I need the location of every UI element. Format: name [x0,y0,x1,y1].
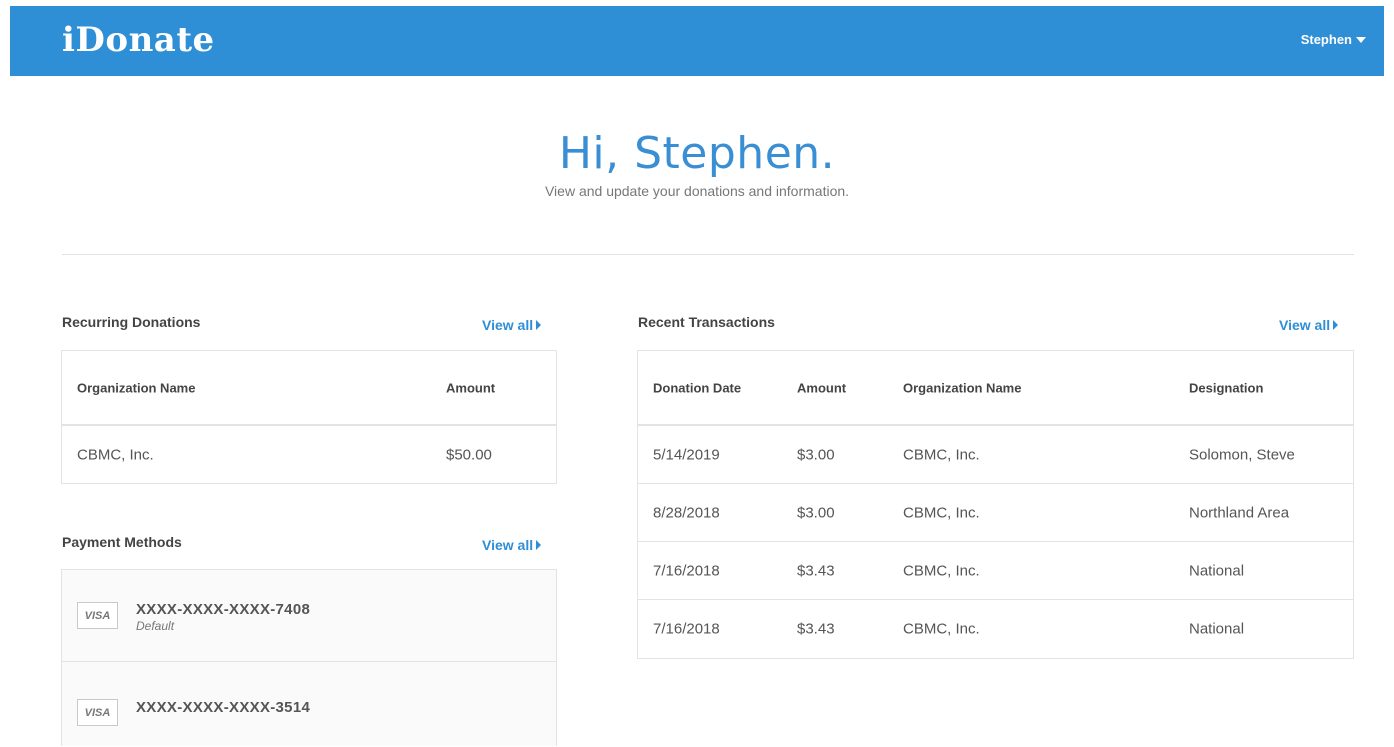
arrow-right-icon [536,540,542,550]
column-header: Organization Name [903,380,1022,395]
designation-cell: National [1189,620,1245,638]
payment-card-item[interactable]: VISA XXXX-XXXX-XXXX-3514 [62,662,556,747]
column-header: Donation Date [653,380,742,395]
arrow-right-icon [536,320,542,330]
designation-cell: Solomon, Steve [1189,446,1295,463]
page-subtitle: View and update your donations and infor… [544,183,850,199]
view-all-label: View all [482,317,534,333]
recent-transactions-title: Recent Transactions [638,314,775,330]
recurring-view-all-link[interactable]: View all [482,317,542,333]
idonate-logo[interactable]: iDonate [62,20,215,60]
table-row[interactable]: 5/14/2019 $3.00 CBMC, Inc. Solomon, Stev… [638,426,1353,484]
table-header-row: Donation Date Amount Organization Name D… [638,351,1353,426]
arrow-right-icon [1333,320,1339,330]
designation-cell: Northland Area [1189,504,1290,521]
organization-name-cell: CBMC, Inc. [77,446,154,464]
card-default-label: Default [136,619,175,633]
amount-cell: $3.00 [797,504,835,521]
card-number: XXXX-XXXX-XXXX-7408 [136,601,311,618]
table-row[interactable]: CBMC, Inc. $50.00 [62,426,556,484]
section-divider [62,254,1354,255]
table-row[interactable]: 8/28/2018 $3.00 CBMC, Inc. Northland Are… [638,484,1353,542]
greeting-section: Hi, Stephen. View and update your donati… [0,128,1394,199]
transactions-view-all-link[interactable]: View all [1279,317,1339,333]
column-header: Organization Name [77,380,196,395]
recurring-donations-title: Recurring Donations [62,314,201,330]
table-header-row: Organization Name Amount [62,351,556,426]
amount-cell: $3.43 [797,562,835,579]
top-header-bar: iDonate Stephen [10,6,1384,76]
amount-cell: $3.43 [797,620,835,638]
designation-cell: National [1189,562,1245,579]
recurring-donations-table: Organization Name Amount CBMC, Inc. $50.… [61,350,557,484]
table-row[interactable]: 7/16/2018 $3.43 CBMC, Inc. National [638,600,1353,658]
card-number: XXXX-XXXX-XXXX-3514 [136,699,311,716]
organization-name-cell: CBMC, Inc. [903,562,980,579]
recent-transactions-table: Donation Date Amount Organization Name D… [637,350,1354,659]
visa-card-icon: VISA [77,602,118,629]
organization-name-cell: CBMC, Inc. [903,504,980,521]
visa-card-icon: VISA [77,699,118,726]
column-header: Designation [1189,380,1264,395]
payment-card-item[interactable]: VISA XXXX-XXXX-XXXX-7408 Default [62,570,556,662]
date-cell: 8/28/2018 [653,504,720,521]
date-cell: 7/16/2018 [653,620,720,638]
page-title: Hi, Stephen. [558,128,836,179]
payment-methods-title: Payment Methods [62,534,182,550]
date-cell: 7/16/2018 [653,562,720,579]
user-menu-button[interactable]: Stephen [1301,32,1366,47]
payment-view-all-link[interactable]: View all [482,537,542,553]
payment-methods-list: VISA XXXX-XXXX-XXXX-7408 Default VISA XX… [61,569,557,746]
date-cell: 5/14/2019 [653,446,720,463]
view-all-label: View all [482,537,534,553]
amount-cell: $3.00 [797,446,835,463]
organization-name-cell: CBMC, Inc. [903,620,980,638]
organization-name-cell: CBMC, Inc. [903,446,980,463]
table-row[interactable]: 7/16/2018 $3.43 CBMC, Inc. National [638,542,1353,600]
chevron-down-icon [1356,36,1366,43]
user-name: Stephen [1300,32,1352,47]
column-header: Amount [797,380,847,395]
amount-cell: $50.00 [446,446,492,464]
view-all-label: View all [1279,317,1331,333]
column-header: Amount [446,380,496,395]
